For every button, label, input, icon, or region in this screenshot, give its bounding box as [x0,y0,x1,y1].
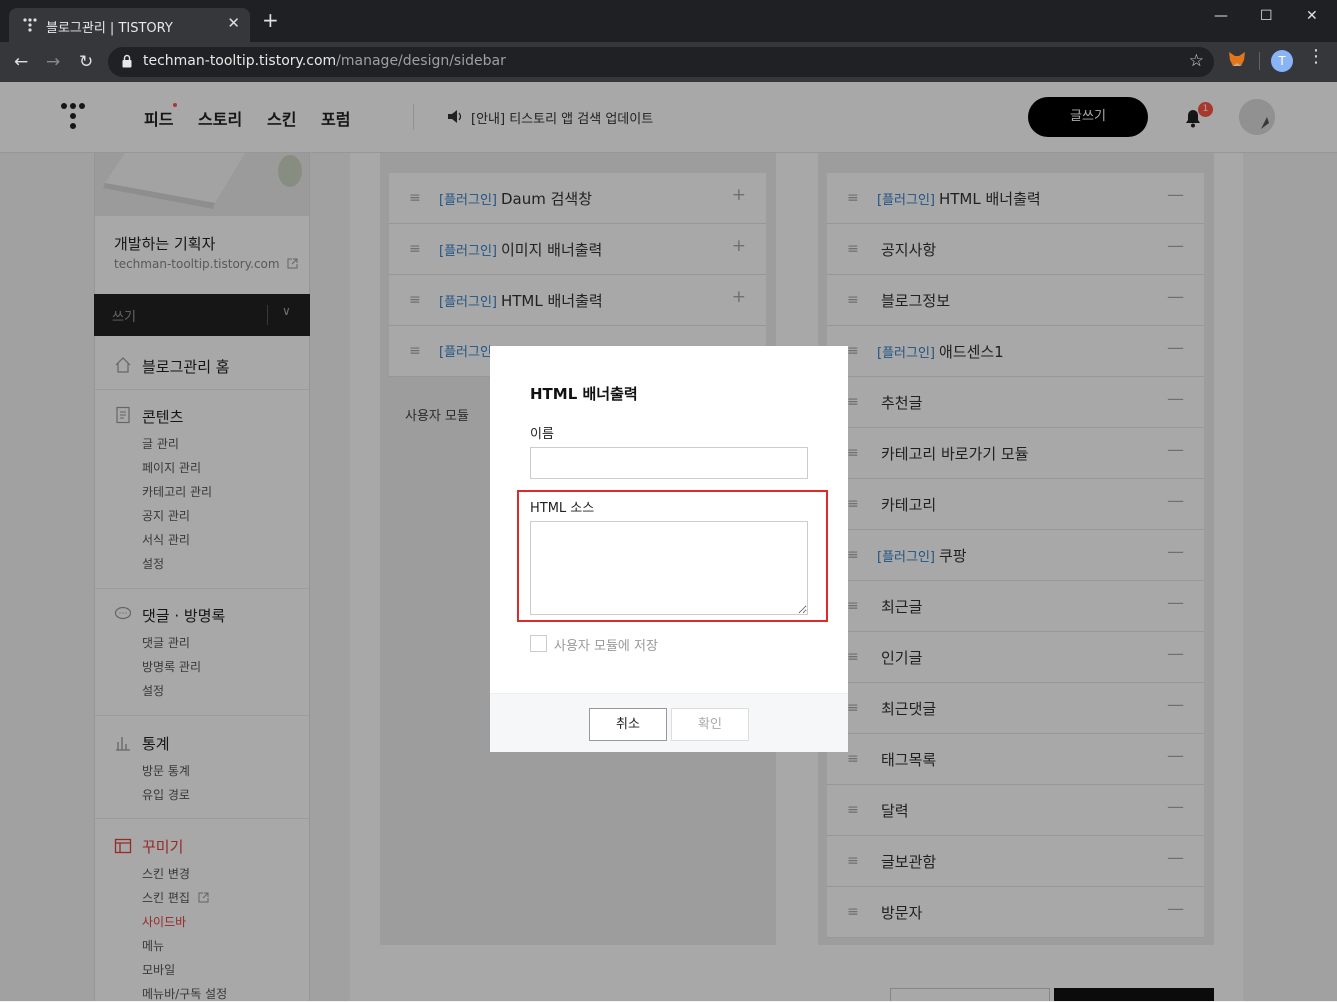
reload-button[interactable]: ↻ [79,52,93,72]
metamask-extension-icon[interactable] [1228,50,1246,68]
profile-avatar[interactable]: T [1271,50,1293,72]
dialog-footer: 취소 확인 [490,693,848,752]
dialog-title: HTML 배너출력 [530,385,638,403]
lock-icon [122,54,132,68]
tistory-favicon-icon [23,18,37,32]
toolbar-separator [1259,52,1260,70]
forward-button[interactable]: → [46,52,60,72]
back-button[interactable]: ← [14,52,28,72]
tab-title: 블로그관리 | TISTORY [46,21,173,36]
html-source-label: HTML 소스 [530,501,595,516]
save-to-user-modules-label[interactable]: 사용자 모듈에 저장 [554,635,658,654]
browser-tab-bar: 블로그관리 | TISTORY ✕ + — ☐ ✕ [0,0,1337,42]
name-input[interactable] [530,447,808,479]
save-to-user-modules-checkbox[interactable] [530,635,547,652]
browser-tab[interactable]: 블로그관리 | TISTORY ✕ [9,8,250,42]
address-bar-row: ← → ↻ techman-tooltip.tistory.com/manage… [0,42,1337,82]
confirm-button[interactable]: 확인 [671,708,749,741]
window-close-button[interactable]: ✕ [1306,8,1318,24]
html-banner-dialog: HTML 배너출력 이름 HTML 소스 사용자 모듈에 저장 취소 확인 [490,346,848,752]
cancel-button[interactable]: 취소 [589,708,667,741]
name-label: 이름 [530,427,554,442]
maximize-button[interactable]: ☐ [1260,8,1273,24]
browser-menu-icon[interactable]: ⋮ [1307,48,1325,66]
tab-close-icon[interactable]: ✕ [227,14,240,32]
html-source-textarea[interactable] [530,521,808,615]
bookmark-star-icon[interactable]: ☆ [1189,51,1204,71]
url-text: techman-tooltip.tistory.com/manage/desig… [143,53,506,69]
new-tab-button[interactable]: + [262,10,279,30]
url-field[interactable]: techman-tooltip.tistory.com/manage/desig… [108,47,1214,77]
minimize-button[interactable]: — [1214,8,1228,24]
